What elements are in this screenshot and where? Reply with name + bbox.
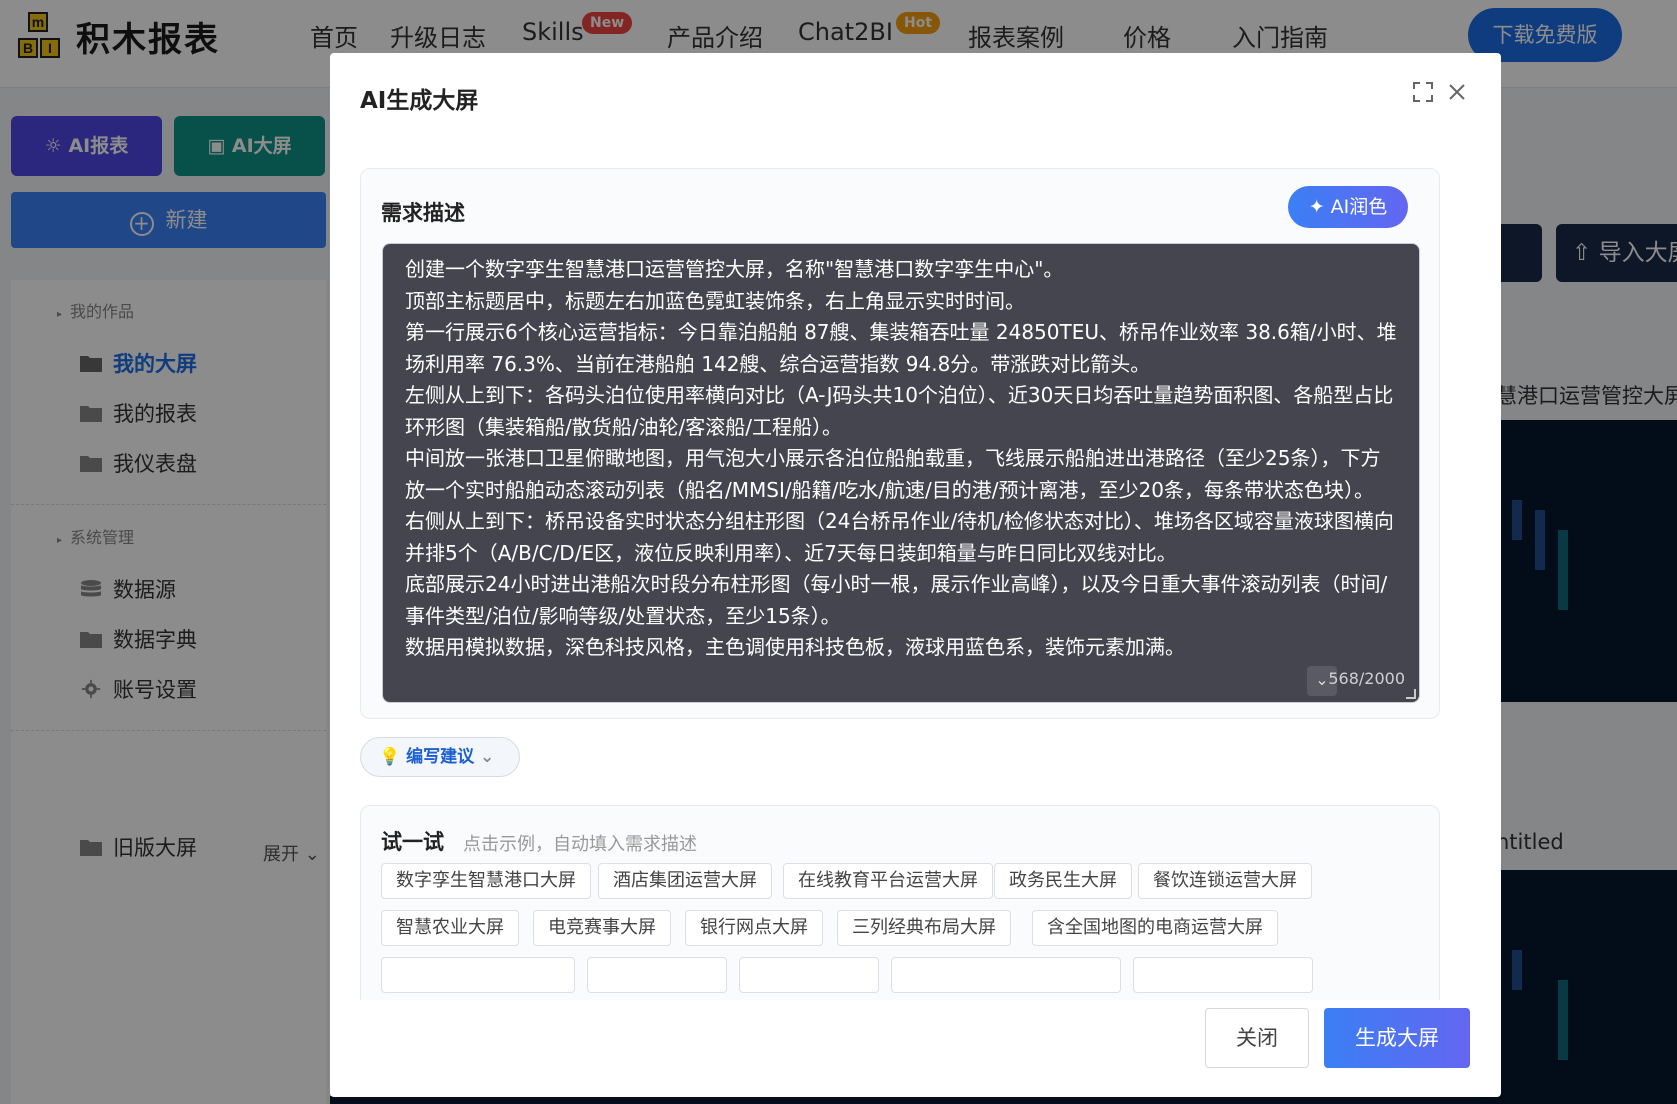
example-chip[interactable]: 在线教育平台运营大屏	[783, 863, 993, 899]
example-chip[interactable]: 含全国地图的电商运营大屏	[1032, 910, 1278, 946]
requirement-line: 第一行展示6个核心运营指标：今日靠泊船舶 87艘、集装箱吞吐量 24850TEU…	[405, 320, 1397, 376]
example-chip[interactable]: 三列经典布局大屏	[837, 910, 1011, 946]
requirement-line: 数据用模拟数据，深色科技风格，主色调使用科技色板，液球用蓝色系，装饰元素加满。	[405, 635, 1185, 659]
example-chip[interactable]	[1133, 957, 1313, 993]
requirement-line: 顶部主标题居中，标题左右加蓝色霓虹装饰条，右上角显示实时时间。	[405, 288, 1025, 313]
fullscreen-icon[interactable]	[1410, 81, 1436, 107]
char-count: 568/2000	[1328, 668, 1405, 688]
example-chip[interactable]	[381, 957, 575, 993]
requirement-label: 需求描述	[381, 201, 465, 225]
close-icon[interactable]	[1444, 81, 1470, 107]
requirement-line: 创建一个数字孪生智慧港口运营管控大屏，名称"智慧港口数字孪生中心"。	[405, 257, 1064, 281]
close-button[interactable]: 关闭	[1205, 1008, 1309, 1068]
resize-handle-icon[interactable]	[1406, 689, 1416, 699]
requirement-line: 中间放一张港口卫星俯瞰地图，用气泡大小展示各泊位船舶载重，飞线展示船舶进出港路径…	[405, 446, 1381, 502]
examples-section: 试一试 点击示例，自动填入需求描述 数字孪生智慧港口大屏 酒店集团运营大屏 在线…	[360, 805, 1440, 1000]
suggest-label: 编写建议	[406, 747, 475, 767]
example-chip[interactable]: 银行网点大屏	[685, 910, 823, 946]
example-chip[interactable]	[587, 957, 727, 993]
generate-screen-button[interactable]: 生成大屏	[1324, 1008, 1470, 1068]
requirement-line: 左侧从上到下：各码头泊位使用率横向对比（A-J码头共10个泊位）、近30天日均吞…	[405, 383, 1394, 439]
lightbulb-icon: 💡	[379, 747, 407, 767]
example-chip[interactable]: 电竞赛事大屏	[533, 910, 671, 946]
example-chip[interactable]: 政务民生大屏	[994, 863, 1132, 899]
example-chip[interactable]: 智慧农业大屏	[381, 910, 519, 946]
requirement-line: 底部展示24小时进出港船次时段分布柱形图（每小时一根，展示作业高峰），以及今日重…	[405, 572, 1388, 628]
requirement-textarea[interactable]: 创建一个数字孪生智慧港口运营管控大屏，名称"智慧港口数字孪生中心"。 顶部主标题…	[382, 243, 1420, 703]
try-label: 试一试	[381, 830, 444, 854]
dialog-title: AI生成大屏	[360, 88, 479, 114]
example-chip[interactable]	[891, 957, 1121, 993]
requirement-section: 需求描述 ✦ AI润色 创建一个数字孪生智慧港口运营管控大屏，名称"智慧港口数字…	[360, 168, 1440, 719]
dialog-scroll-area[interactable]: 需求描述 ✦ AI润色 创建一个数字孪生智慧港口运营管控大屏，名称"智慧港口数字…	[360, 168, 1482, 1000]
example-chip[interactable]: 餐饮连锁运营大屏	[1138, 863, 1312, 899]
requirement-line: 右侧从上到下：桥吊设备实时状态分组柱形图（24台桥吊作业/待机/检修状态对比）、…	[405, 509, 1394, 565]
writing-suggestions-button[interactable]: 💡 编写建议 ⌄	[360, 737, 520, 777]
example-chip[interactable]	[739, 957, 879, 993]
try-hint: 点击示例，自动填入需求描述	[463, 834, 697, 855]
ai-polish-button[interactable]: ✦ AI润色	[1288, 186, 1408, 228]
chevron-down-icon: ⌄	[474, 747, 495, 767]
example-chip[interactable]: 数字孪生智慧港口大屏	[381, 863, 591, 899]
example-chip[interactable]: 酒店集团运营大屏	[598, 863, 772, 899]
ai-generate-screen-dialog: AI生成大屏 需求描述 ✦ AI润色 创建一个数字孪生智慧港口运营管控大屏，名称…	[330, 53, 1501, 1097]
